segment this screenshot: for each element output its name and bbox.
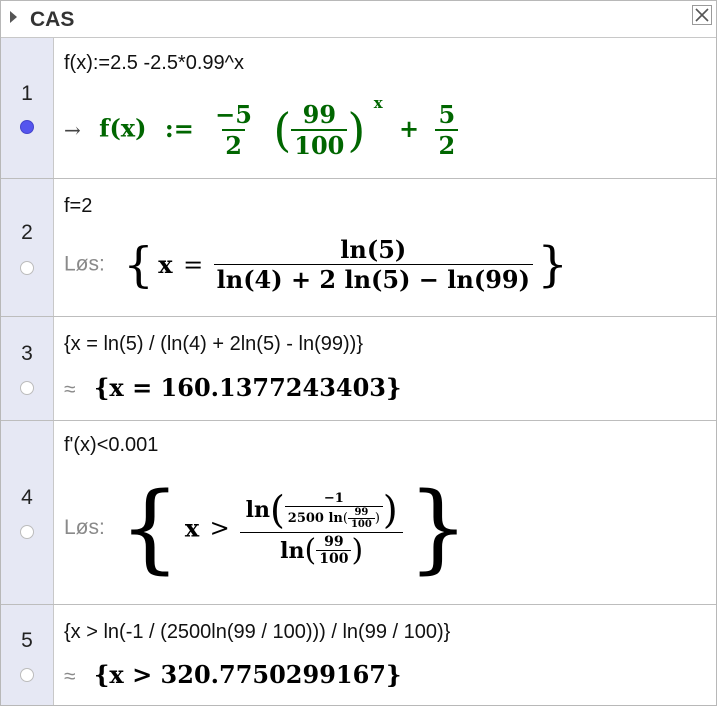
inner-denominator: 100	[316, 550, 352, 567]
close-icon[interactable]	[692, 5, 712, 25]
fraction-denominator: ln(4) + 2 ln(5) − ln(99)	[213, 264, 533, 294]
solution-fraction: ln ( −1 2500 ln ( 99 100 )) ln (99 100…	[240, 488, 404, 568]
cas-output: ≈ {x > 320.7750299167}	[64, 660, 401, 689]
output-arrow-icon: →	[64, 117, 81, 142]
cas-output: ≈ {x = 160.1377243403}	[64, 373, 401, 402]
inner-numerator: 99	[324, 534, 344, 550]
numeric-result: {x = 160.1377243403}	[93, 373, 402, 402]
cas-input[interactable]: {x = ln(5) / (ln(4) + 2ln(5) - ln(99))}	[64, 333, 363, 356]
variable: x	[184, 513, 200, 543]
visibility-toggle-on[interactable]	[20, 120, 34, 134]
row-number: 2	[21, 221, 33, 244]
approx-symbol: ≈	[64, 665, 76, 688]
assign-operator: :=	[164, 113, 194, 143]
visibility-toggle-off[interactable]	[20, 525, 34, 539]
row-number: 5	[21, 629, 33, 652]
fraction-numerator: −5	[215, 100, 252, 129]
right-paren: )	[382, 488, 398, 532]
cas-input[interactable]: {x > ln(-1 / (2500ln(99 / 100))) / ln(99…	[64, 621, 450, 644]
cas-row-4[interactable]: 4 f'(x)<0.001 Løs: { x > ln ( −1 2500 ln…	[1, 421, 716, 605]
row-number: 1	[21, 82, 33, 105]
fraction-b: 99 100	[291, 100, 348, 160]
fraction-numerator: ln ( −1 2500 ln ( 99 100 ))	[243, 488, 401, 532]
row-number: 4	[21, 486, 33, 509]
fraction-denominator: 2	[435, 129, 459, 160]
ln-function: ln	[280, 537, 305, 564]
fraction-a: −5 2	[212, 100, 255, 160]
right-paren: )	[347, 103, 366, 157]
ln-function: ln	[245, 497, 270, 523]
denominator-inner-fraction: 99 100	[316, 534, 352, 567]
row-number: 3	[21, 342, 33, 365]
cas-row-5[interactable]: 5 {x > ln(-1 / (2500ln(99 / 100))) / ln(…	[1, 605, 716, 705]
visibility-toggle-off[interactable]	[20, 261, 34, 275]
cas-panel: CAS 1 f(x):=2.5 -2.5*0.99^x → f(x) := −5…	[0, 0, 717, 706]
numeric-result: {x > 320.7750299167}	[93, 660, 402, 689]
cas-output: Løs: { x > ln ( −1 2500 ln ( 99 100)) …	[64, 473, 469, 583]
approx-symbol: ≈	[64, 378, 76, 401]
left-paren: (	[273, 103, 292, 157]
cas-input[interactable]: f(x):=2.5 -2.5*0.99^x	[64, 52, 244, 75]
function-lhs: f(x)	[99, 113, 147, 143]
fraction-denominator: 2	[222, 129, 245, 160]
fraction-numerator: ln(5)	[340, 235, 407, 264]
left-paren: (	[269, 488, 285, 532]
greater-than-operator: >	[209, 514, 230, 542]
variable: x	[158, 250, 173, 279]
cas-output: Løs: { x = ln(5) ln(4) + 2 ln(5) − ln(99…	[64, 235, 568, 294]
fraction-denominator: ln ( 99 100 )	[240, 532, 404, 568]
exponent: x	[373, 93, 383, 112]
cas-input[interactable]: f'(x)<0.001	[64, 434, 158, 457]
solution-fraction: ln(5) ln(4) + 2 ln(5) − ln(99)	[213, 235, 533, 294]
inner-fraction: −1 2500 ln ( 99 100 )	[284, 490, 383, 530]
cas-row-1[interactable]: 1 f(x):=2.5 -2.5*0.99^x → f(x) := −5 2 (…	[1, 38, 716, 179]
solve-label: Løs:	[64, 252, 105, 276]
cas-input[interactable]: f=2	[64, 195, 92, 218]
plus-operator: +	[399, 113, 420, 143]
fraction-numerator: 99	[302, 100, 337, 129]
visibility-toggle-off[interactable]	[20, 668, 34, 682]
inner-numerator: −1	[323, 490, 344, 506]
cas-row-3[interactable]: 3 {x = ln(5) / (ln(4) + 2ln(5) - ln(99))…	[1, 317, 716, 421]
tiny-denominator: 100	[347, 517, 375, 530]
equals-operator: =	[183, 250, 204, 279]
tiny-fraction: 99 100	[347, 506, 375, 530]
panel-title: CAS	[30, 8, 75, 31]
cas-row-2[interactable]: 2 f=2 Løs: { x = ln(5) ln(4) + 2 ln(5) −…	[1, 179, 716, 317]
collapse-triangle-icon[interactable]	[10, 11, 17, 23]
fraction-numerator: 5	[438, 100, 456, 129]
cas-output: → f(x) := −5 2 ( 99 100 ) x + 5 2	[64, 94, 459, 160]
inner-denominator: 2500 ln ( 99 100 )	[284, 505, 383, 530]
visibility-toggle-off[interactable]	[20, 381, 34, 395]
right-brace: }	[407, 472, 469, 584]
fraction-c: 5 2	[435, 100, 459, 160]
left-brace: {	[119, 472, 181, 584]
right-brace: }	[537, 236, 568, 293]
left-brace: {	[123, 236, 154, 293]
fraction-denominator: 100	[291, 129, 348, 160]
tiny-numerator: 99	[354, 506, 369, 518]
inner-denominator-prefix: 2500 ln	[287, 510, 343, 526]
solve-label: Løs:	[64, 516, 105, 539]
cas-header: CAS	[1, 1, 716, 38]
